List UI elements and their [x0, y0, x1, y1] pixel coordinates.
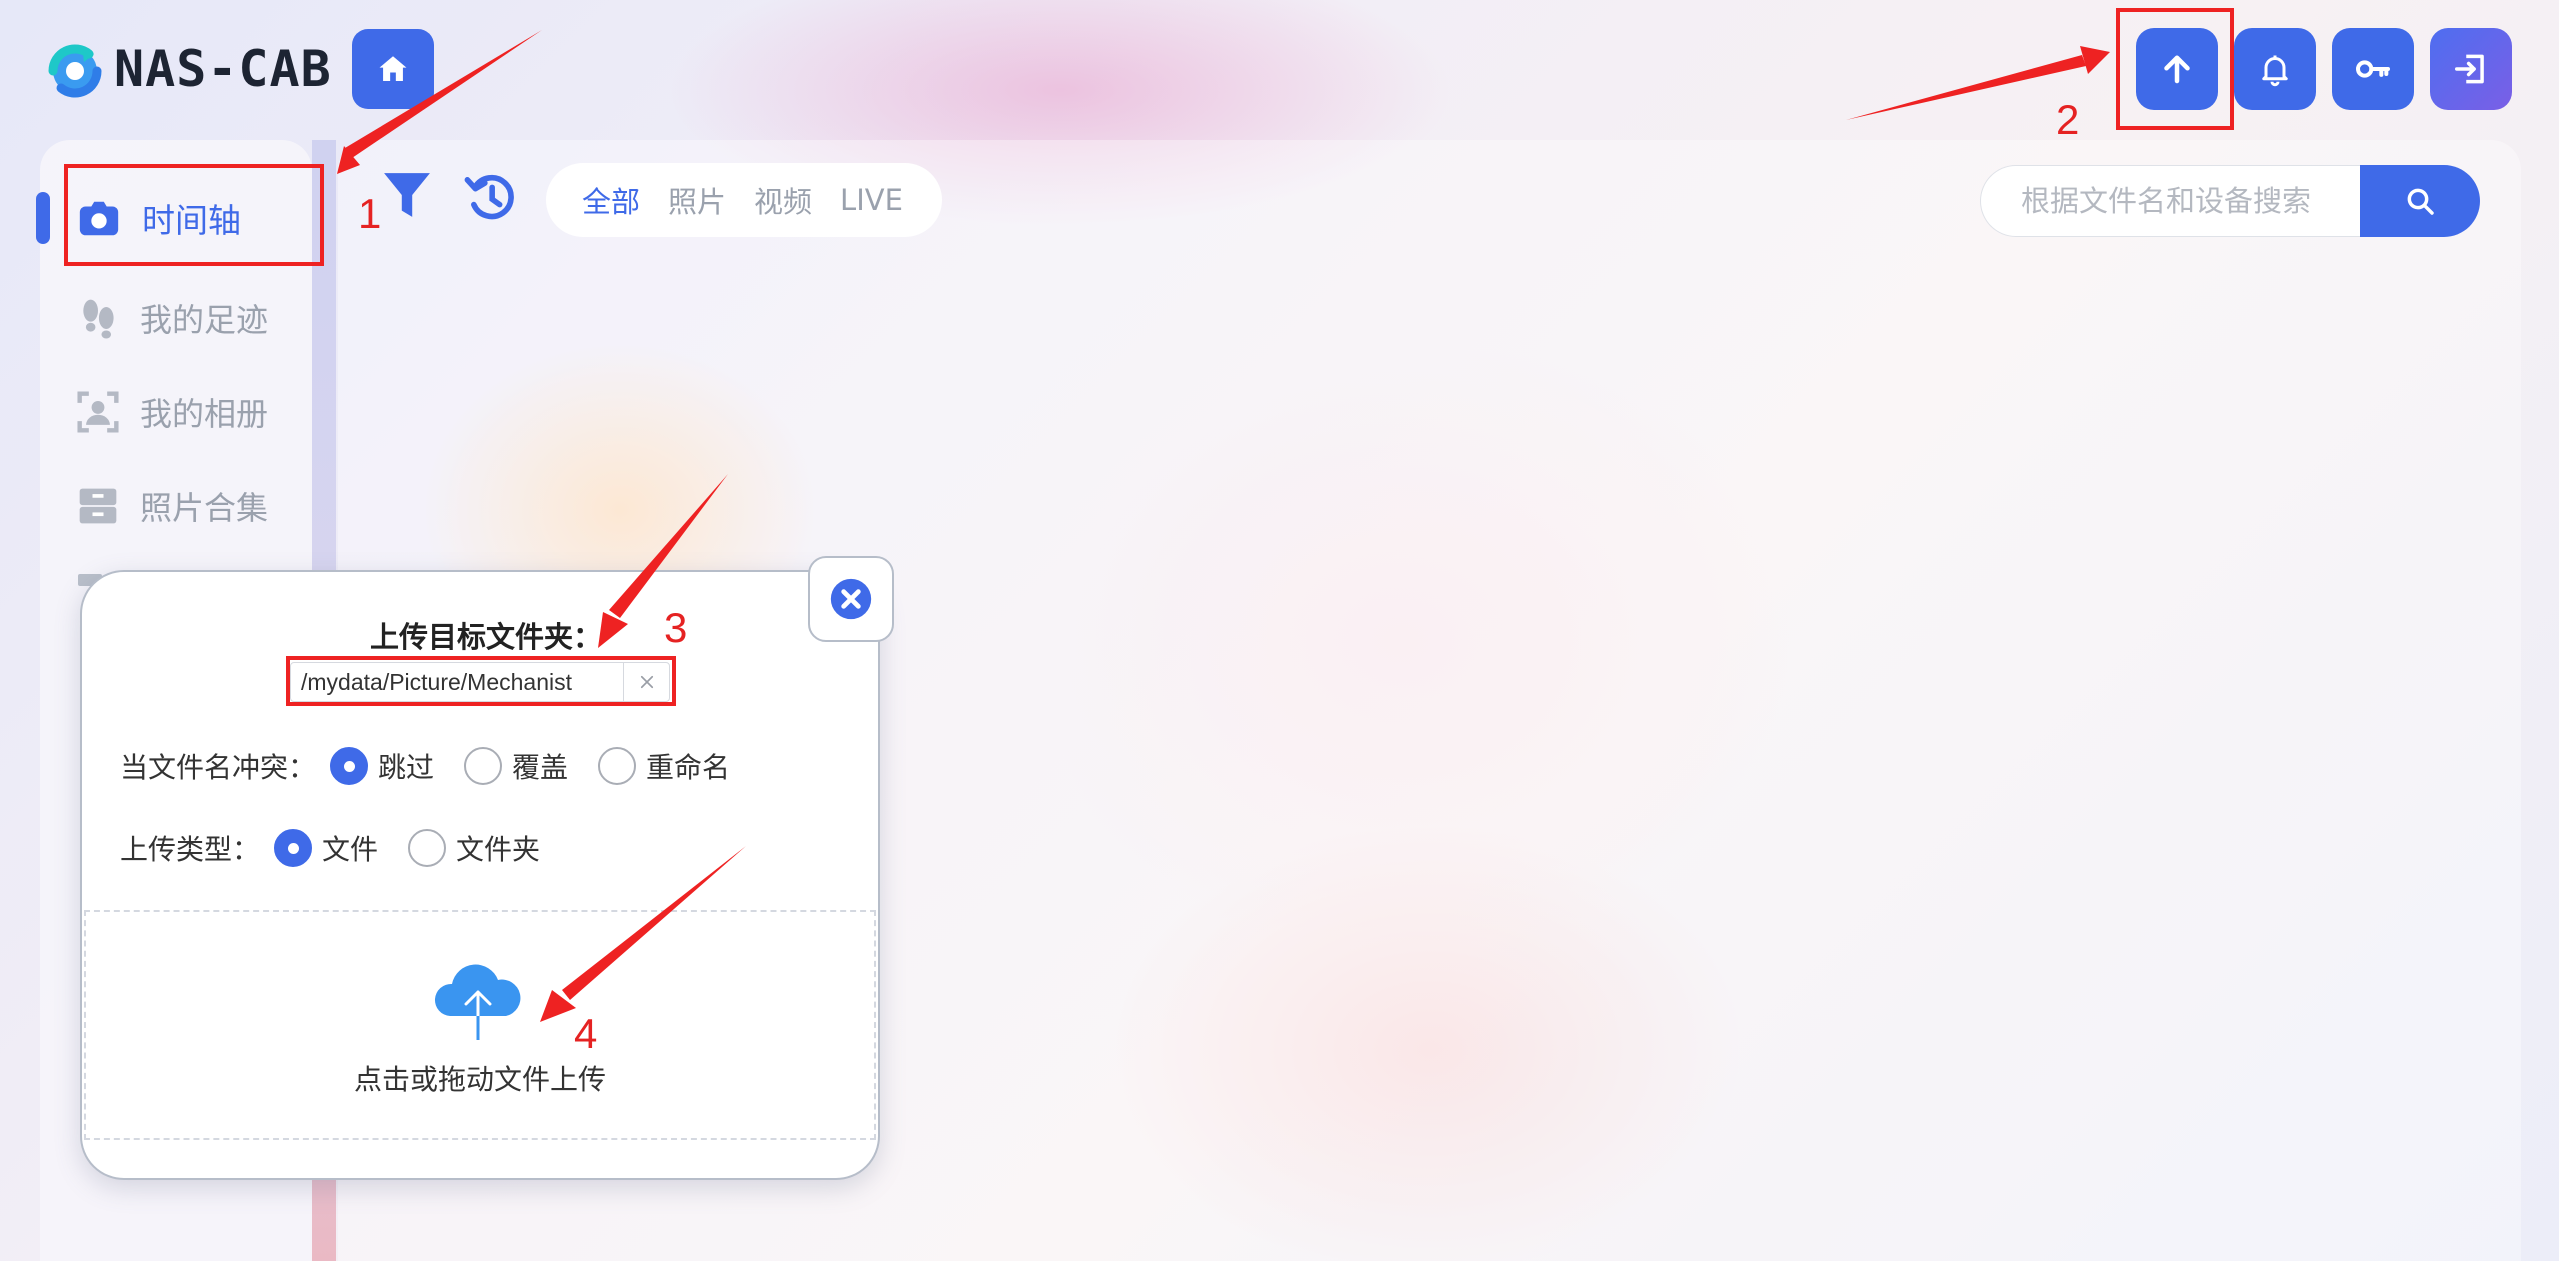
annotation-arrows — [337, 30, 2110, 1022]
annotation-arrow-3 — [609, 474, 728, 618]
annotation-arrow-3-head — [598, 612, 628, 648]
annotation-arrow-2 — [1846, 55, 2086, 120]
annotation-arrow-4 — [562, 846, 746, 1000]
annotation-arrow-1 — [345, 30, 542, 158]
annotation-arrow-2-head — [2080, 46, 2110, 74]
